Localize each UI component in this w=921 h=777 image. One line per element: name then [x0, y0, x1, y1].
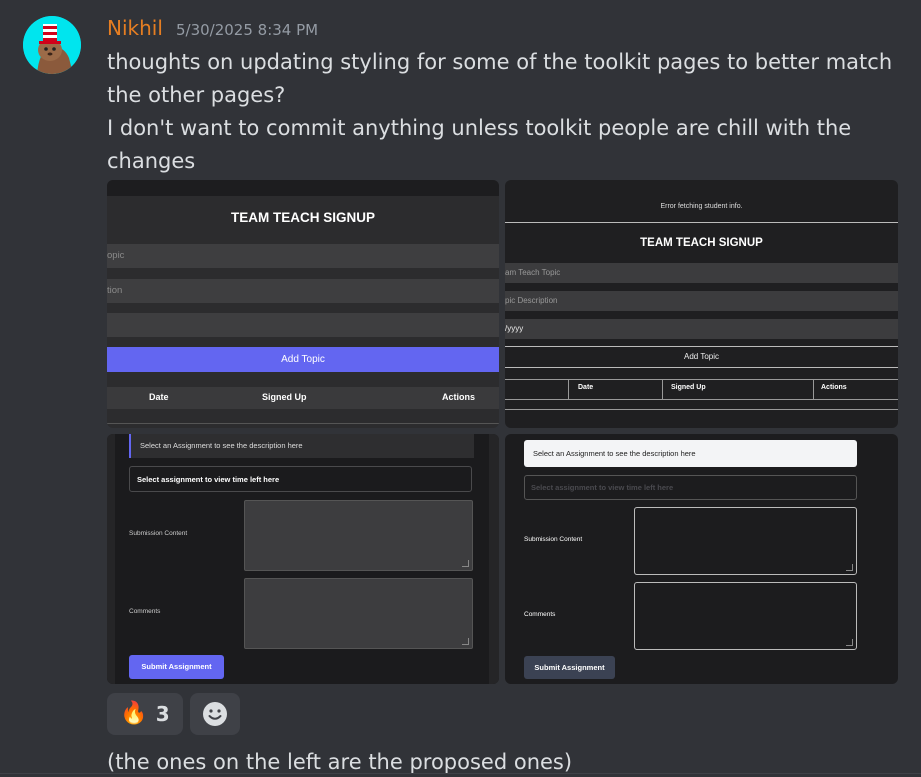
- description-text: Select an Assignment to see the descript…: [140, 441, 303, 450]
- reaction-count: 3: [155, 702, 170, 726]
- fire-reaction[interactable]: 🔥 3: [107, 693, 183, 735]
- image-topbar: [107, 180, 499, 196]
- submission-textarea: [244, 500, 473, 571]
- description-input: tion: [107, 279, 499, 303]
- message-line: I don't want to commit anything unless t…: [107, 116, 852, 173]
- date-placeholder: /yyyy: [505, 324, 524, 333]
- column-date: Date: [149, 392, 169, 402]
- avatar-image: [23, 16, 81, 74]
- username[interactable]: Nikhil: [107, 16, 163, 40]
- column-actions: Actions: [821, 384, 847, 391]
- submission-label: Submission Content: [524, 536, 583, 543]
- topic-placeholder: opic: [107, 250, 125, 261]
- comments-label: Comments: [524, 611, 556, 618]
- error-message: Error fetching student info.: [660, 203, 743, 210]
- description-placeholder: tion: [107, 285, 123, 296]
- submit-assignment-button: Submit Assignment: [129, 655, 224, 679]
- add-reaction-icon: [203, 702, 227, 726]
- topic-placeholder: am Teach Topic: [505, 268, 561, 277]
- attachment-image-4[interactable]: Select an Assignment to see the descript…: [505, 434, 898, 684]
- description-text: Select an Assignment to see the descript…: [533, 449, 696, 458]
- table-header: Date Signed Up Actions: [107, 387, 499, 409]
- submission-textarea: [634, 507, 857, 575]
- description-input: pic Description: [505, 291, 898, 311]
- message-header: Nikhil 5/30/2025 8:34 PM: [107, 16, 318, 40]
- description-box: Select an Assignment to see the descript…: [524, 440, 857, 467]
- message-divider: [0, 773, 921, 774]
- description-placeholder: pic Description: [505, 296, 558, 305]
- time-left-box: Select assignment to view time left here: [524, 475, 857, 500]
- divider: [505, 222, 898, 223]
- table-divider: [505, 409, 898, 410]
- comments-label: Comments: [129, 608, 161, 615]
- column-divider: [662, 380, 663, 399]
- column-signed-up: Signed Up: [671, 384, 706, 391]
- comments-textarea: [634, 582, 857, 650]
- time-left-box: Select assignment to view time left here: [129, 466, 472, 492]
- submission-label: Submission Content: [129, 530, 188, 537]
- column-actions: Actions: [442, 392, 476, 402]
- signup-title: TEAM TEACH SIGNUP: [230, 210, 375, 225]
- timestamp: 5/30/2025 8:34 PM: [175, 21, 319, 39]
- table-header: Date Signed Up Actions: [505, 379, 898, 400]
- add-reaction-button[interactable]: [190, 693, 240, 735]
- submit-assignment-button: Submit Assignment: [524, 656, 615, 679]
- attachment-image-3[interactable]: Select an Assignment to see the descript…: [107, 434, 499, 684]
- description-box: Select an Assignment to see the descript…: [129, 434, 474, 458]
- add-topic-button: Add Topic: [505, 346, 898, 368]
- column-signed-up: Signed Up: [262, 392, 307, 402]
- time-left-text: Select assignment to view time left here: [137, 475, 280, 484]
- column-date: Date: [578, 384, 594, 391]
- avatar[interactable]: [23, 16, 81, 74]
- attachment-image-2[interactable]: Error fetching student info. TEAM TEACH …: [505, 180, 898, 428]
- date-input: /yyyy: [505, 319, 898, 339]
- attachment-image-1[interactable]: TEAM TEACH SIGNUP opic tion Add Topic Da…: [107, 180, 499, 428]
- right-gutter: [489, 434, 499, 684]
- topic-input: am Teach Topic: [505, 263, 898, 283]
- signup-title: TEAM TEACH SIGNUP: [640, 237, 763, 249]
- left-gutter: [107, 434, 115, 684]
- followup-message: (the ones on the left are the proposed o…: [107, 750, 573, 774]
- column-divider: [568, 380, 569, 399]
- topic-input: opic: [107, 244, 499, 268]
- fire-icon: 🔥: [120, 701, 148, 726]
- reactions-bar: 🔥 3: [107, 693, 240, 735]
- date-input: [107, 313, 499, 337]
- table-divider: [107, 423, 499, 424]
- add-topic-button: Add Topic: [107, 347, 499, 372]
- time-left-text: Select assignment to view time left here: [531, 483, 674, 492]
- column-divider: [813, 380, 814, 399]
- message-content: thoughts on updating styling for some of…: [107, 46, 897, 178]
- message-line: thoughts on updating styling for some of…: [107, 50, 893, 107]
- comments-textarea: [244, 578, 473, 649]
